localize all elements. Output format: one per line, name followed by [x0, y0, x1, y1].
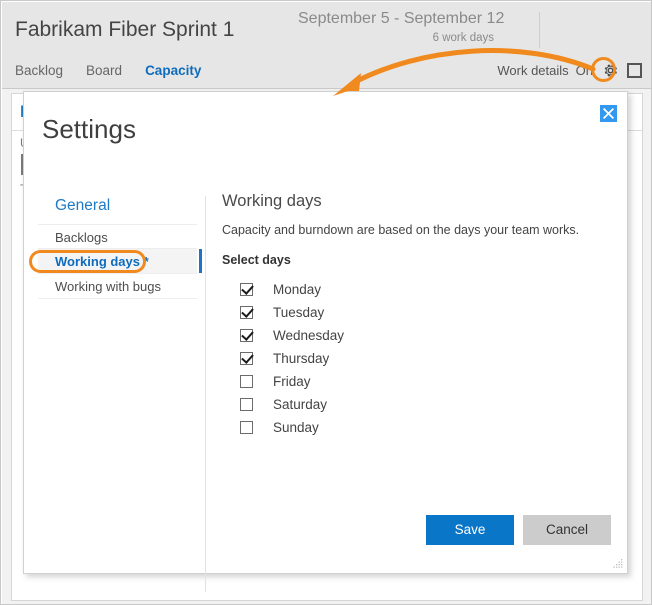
fullscreen-corner-br [634, 69, 642, 78]
save-button[interactable]: Save [426, 515, 514, 545]
work-details-label: Work details [497, 62, 569, 78]
day-label-thursday: Thursday [273, 351, 330, 366]
content-description: Capacity and burndown are based on the d… [222, 223, 580, 237]
nav-tabs: Backlog Board Capacity [15, 63, 201, 78]
cancel-button[interactable]: Cancel [523, 515, 611, 545]
day-row-tuesday[interactable]: Tuesday [222, 301, 602, 324]
checkbox-monday[interactable] [240, 283, 253, 296]
content-title: Working days [222, 192, 322, 210]
close-icon-glyph [603, 108, 614, 119]
checkbox-saturday[interactable] [240, 398, 253, 411]
checkbox-thursday[interactable] [240, 352, 253, 365]
app-header: Fabrikam Fiber Sprint 1 September 5 - Se… [2, 2, 651, 89]
checkbox-tuesday[interactable] [240, 306, 253, 319]
working-days-list: Monday Tuesday Wednesday Thursday Friday [222, 278, 602, 439]
sprint-date-range: September 5 - September 12 [298, 10, 505, 27]
settings-content: Working days Capacity and burndown are b… [222, 192, 602, 439]
tab-capacity[interactable]: Capacity [145, 63, 201, 78]
day-label-sunday: Sunday [273, 420, 319, 435]
sprint-work-days: 6 work days [432, 32, 494, 44]
tab-backlog[interactable]: Backlog [15, 63, 63, 78]
page-title: Fabrikam Fiber Sprint 1 [15, 18, 235, 41]
settings-dialog: Settings General Backlogs Working days *… [23, 91, 628, 592]
day-row-monday[interactable]: Monday [222, 278, 602, 301]
screenshot-root: Fabrikam Fiber Sprint 1 September 5 - Se… [0, 0, 652, 605]
day-label-wednesday: Wednesday [273, 328, 345, 343]
work-details-area: Work details On [497, 60, 642, 80]
annotation-gear-highlight [591, 57, 616, 82]
day-row-saturday[interactable]: Saturday [222, 393, 602, 416]
nav-group-general: General [55, 197, 111, 214]
day-row-friday[interactable]: Friday [222, 370, 602, 393]
tab-board[interactable]: Board [86, 63, 122, 78]
settings-nav: General Backlogs Working days * Working … [38, 194, 202, 299]
day-row-sunday[interactable]: Sunday [222, 416, 602, 439]
close-icon[interactable] [600, 105, 617, 122]
settings-nav-divider [205, 196, 206, 592]
dialog-title: Settings [42, 114, 136, 144]
day-label-friday: Friday [273, 374, 311, 389]
fullscreen-icon[interactable] [627, 62, 642, 78]
checkbox-wednesday[interactable] [240, 329, 253, 342]
sidebar-item-backlogs[interactable]: Backlogs [38, 224, 197, 249]
day-label-saturday: Saturday [273, 397, 328, 412]
day-row-wednesday[interactable]: Wednesday [222, 324, 602, 347]
day-row-thursday[interactable]: Thursday [222, 347, 602, 370]
resize-grip-icon[interactable] [612, 558, 623, 569]
header-divider [539, 12, 540, 48]
checkbox-friday[interactable] [240, 375, 253, 388]
sidebar-item-working-with-bugs[interactable]: Working with bugs [38, 274, 197, 299]
day-label-tuesday: Tuesday [273, 305, 325, 320]
dialog-buttons: Save Cancel [426, 515, 611, 545]
checkbox-sunday[interactable] [240, 421, 253, 434]
day-label-monday: Monday [273, 282, 322, 297]
annotation-working-days-highlight [29, 250, 146, 273]
select-days-label: Select days [222, 253, 291, 267]
